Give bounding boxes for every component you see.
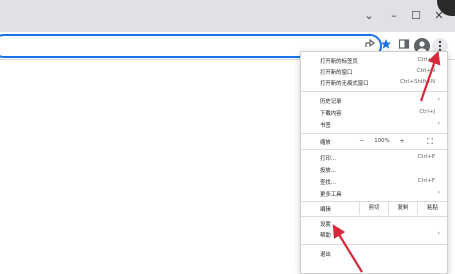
menu-item-cast[interactable]: 投放...: [301, 164, 447, 175]
menu-item-label: 设置: [320, 222, 331, 228]
zoom-in-button[interactable]: +: [395, 136, 409, 147]
menu-separator: [301, 149, 447, 150]
chrome-menu: 打开新的标签页 Ctrl+T 打开新的窗口 Ctrl+N 打开新的无痕式窗口 C…: [300, 51, 448, 274]
tab-search-button[interactable]: ⌄: [358, 6, 380, 26]
copy-button[interactable]: 复制: [388, 202, 417, 215]
menu-item-bookmarks[interactable]: 书签 ›: [301, 119, 447, 130]
menu-separator: [301, 244, 447, 245]
menu-item-shortcut: Ctrl+Shift+N: [400, 79, 435, 85]
menu-item-help[interactable]: 帮助 ›: [301, 229, 447, 240]
menu-zoom-row: 缩放 － 100% + ⛶: [301, 135, 447, 148]
title-bar: ⌄ – ☐ ✕: [0, 0, 455, 32]
menu-item-new-tab[interactable]: 打开新的标签页 Ctrl+T: [301, 55, 447, 66]
menu-item-print[interactable]: 打印... Ctrl+P: [301, 152, 447, 163]
menu-item-label: 历史记录: [320, 99, 342, 105]
submenu-arrow-icon: ›: [437, 230, 440, 237]
submenu-arrow-icon: ›: [437, 120, 440, 127]
menu-item-shortcut: Ctrl+T: [417, 57, 435, 63]
menu-item-label: 投放...: [320, 168, 336, 174]
menu-item-more-tools[interactable]: 更多工具 ›: [301, 188, 447, 199]
submenu-arrow-icon: ›: [437, 189, 440, 196]
fullscreen-icon[interactable]: ⛶: [423, 136, 437, 147]
menu-item-label: 打开新的窗口: [320, 70, 353, 76]
menu-separator: [301, 133, 447, 134]
menu-item-shortcut: Ctrl+N: [416, 68, 435, 74]
paste-button[interactable]: 粘贴: [417, 202, 447, 215]
menu-item-shortcut: Ctrl+F: [417, 178, 435, 184]
menu-separator: [301, 91, 447, 92]
menu-item-shortcut: Ctrl+P: [417, 154, 435, 160]
menu-item-new-window[interactable]: 打开新的窗口 Ctrl+N: [301, 66, 447, 77]
zoom-value: 100%: [374, 138, 390, 144]
submenu-arrow-icon: ›: [437, 96, 440, 103]
menu-item-incognito[interactable]: 打开新的无痕式窗口 Ctrl+Shift+N: [301, 77, 447, 88]
menu-item-history[interactable]: 历史记录 ›: [301, 95, 447, 106]
menu-item-downloads[interactable]: 下载内容 Ctrl+J: [301, 107, 447, 118]
menu-item-label: 帮助: [320, 233, 331, 239]
menu-item-label: 打开新的标签页: [320, 59, 358, 65]
browser-window: ⌄ – ☐ ✕ 打开新的标签页 Ctrl+T 打开新的窗口 Ctrl+N 打开新…: [0, 0, 455, 274]
menu-separator: [301, 216, 447, 217]
zoom-out-button[interactable]: －: [355, 136, 369, 147]
menu-item-find[interactable]: 查找... Ctrl+F: [301, 176, 447, 187]
cut-button[interactable]: 剪切: [359, 202, 388, 215]
edit-label: 编辑: [320, 207, 331, 213]
menu-item-label: 查找...: [320, 180, 336, 186]
menu-item-label: 打开新的无痕式窗口: [320, 81, 369, 87]
menu-item-label: 下载内容: [320, 111, 342, 117]
menu-item-label: 退出: [320, 252, 331, 258]
maximize-button[interactable]: ☐: [405, 6, 427, 26]
menu-item-label: 更多工具: [320, 192, 342, 198]
menu-edit-row: 编辑 剪切 复制 粘贴: [301, 202, 447, 215]
menu-item-exit[interactable]: 退出: [301, 248, 447, 259]
minimize-button[interactable]: –: [383, 6, 405, 26]
menu-item-shortcut: Ctrl+J: [419, 109, 435, 115]
zoom-label: 缩放: [320, 140, 331, 146]
menu-item-label: 书签: [320, 123, 331, 129]
menu-item-settings[interactable]: 设置: [301, 218, 447, 229]
menu-item-label: 打印...: [320, 156, 336, 162]
